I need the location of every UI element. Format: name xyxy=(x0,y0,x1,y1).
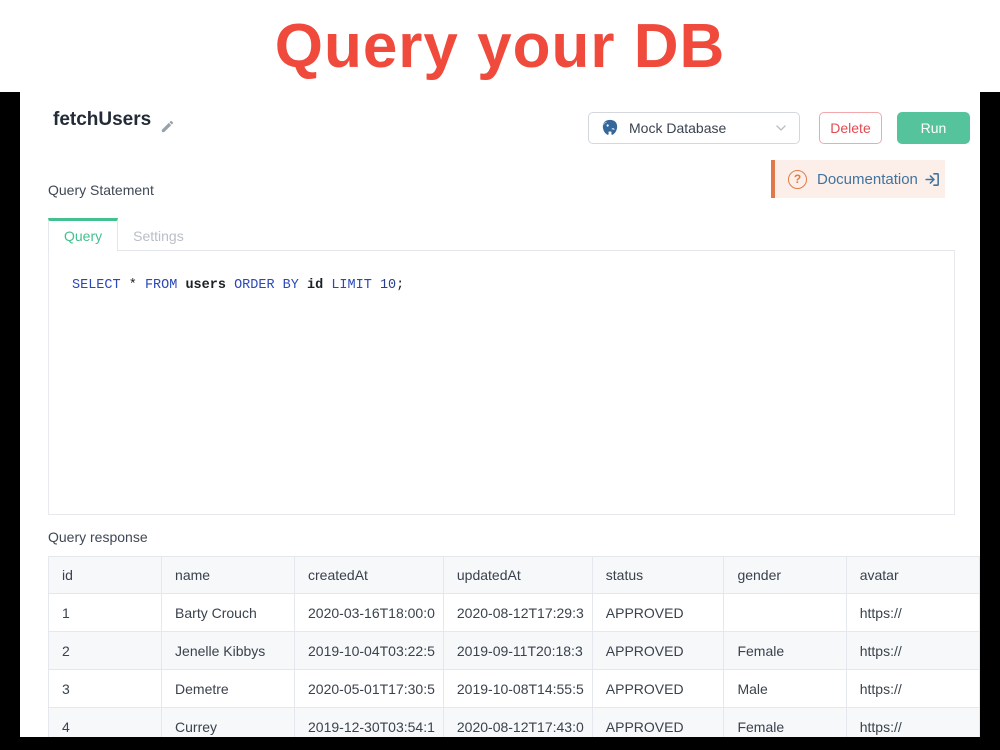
cell-createdAt: 2019-12-30T03:54:1 xyxy=(295,708,444,738)
external-link-icon xyxy=(924,171,941,188)
tab-settings[interactable]: Settings xyxy=(118,218,199,250)
sql-editor[interactable]: SELECT * FROM users ORDER BY id LIMIT 10… xyxy=(48,251,955,515)
database-select[interactable]: Mock Database xyxy=(588,112,800,144)
documentation-banner[interactable]: ? Documentation xyxy=(771,160,945,198)
cell-id: 1 xyxy=(49,594,162,632)
query-name: fetchUsers xyxy=(53,109,151,131)
chevron-down-icon xyxy=(773,120,789,136)
cell-gender: Female xyxy=(724,708,846,738)
results-table-body: 1Barty Crouch2020-03-16T18:00:02020-08-1… xyxy=(49,594,980,738)
code-token xyxy=(372,278,380,293)
postgresql-icon xyxy=(600,118,620,138)
cell-status: APPROVED xyxy=(592,708,724,738)
cell-name: Demetre xyxy=(162,670,295,708)
cell-avatar: https:// xyxy=(846,670,979,708)
code-token: SELECT xyxy=(72,278,121,293)
cell-updatedAt: 2020-08-12T17:29:3 xyxy=(443,594,592,632)
results-table: idnamecreatedAtupdatedAtstatusgenderavat… xyxy=(48,556,980,737)
stage-frame: fetchUsers Mock Database xyxy=(0,92,1000,750)
cell-status: APPROVED xyxy=(592,594,724,632)
code-token xyxy=(121,278,129,293)
code-token: ; xyxy=(396,278,404,293)
table-row: 4Currey2019-12-30T03:54:12020-08-12T17:4… xyxy=(49,708,980,738)
column-header-name: name xyxy=(162,557,295,594)
cell-gender xyxy=(724,594,846,632)
run-button[interactable]: Run xyxy=(897,112,970,144)
delete-button[interactable]: Delete xyxy=(819,112,882,144)
column-header-avatar: avatar xyxy=(846,557,979,594)
table-row: 2Jenelle Kibbys2019-10-04T03:22:52019-09… xyxy=(49,632,980,670)
cell-id: 4 xyxy=(49,708,162,738)
code-token: * xyxy=(129,278,137,293)
cell-gender: Female xyxy=(724,632,846,670)
cell-updatedAt: 2019-10-08T14:55:5 xyxy=(443,670,592,708)
code-token: id xyxy=(307,278,323,293)
column-header-gender: gender xyxy=(724,557,846,594)
slide-title: Query your DB xyxy=(0,0,1000,92)
cell-updatedAt: 2019-09-11T20:18:3 xyxy=(443,632,592,670)
cell-createdAt: 2020-05-01T17:30:5 xyxy=(295,670,444,708)
tab-query[interactable]: Query xyxy=(48,218,118,251)
results-table-head: idnamecreatedAtupdatedAtstatusgenderavat… xyxy=(49,557,980,594)
table-row: 1Barty Crouch2020-03-16T18:00:02020-08-1… xyxy=(49,594,980,632)
cell-id: 3 xyxy=(49,670,162,708)
query-app-panel: fetchUsers Mock Database xyxy=(20,92,980,737)
cell-createdAt: 2019-10-04T03:22:5 xyxy=(295,632,444,670)
column-header-updatedAt: updatedAt xyxy=(443,557,592,594)
code-token: 10 xyxy=(380,278,396,293)
code-token xyxy=(299,278,307,293)
tab-bar: QuerySettings xyxy=(48,218,955,251)
column-header-status: status xyxy=(592,557,724,594)
cell-avatar: https:// xyxy=(846,594,979,632)
query-response-label: Query response xyxy=(48,529,148,545)
code-token: FROM xyxy=(145,278,177,293)
cell-avatar: https:// xyxy=(846,708,979,738)
column-header-id: id xyxy=(49,557,162,594)
header-row: idnamecreatedAtupdatedAtstatusgenderavat… xyxy=(49,557,980,594)
cell-status: APPROVED xyxy=(592,632,724,670)
cell-id: 2 xyxy=(49,632,162,670)
column-header-createdAt: createdAt xyxy=(295,557,444,594)
code-line: SELECT * FROM users ORDER BY id LIMIT 10… xyxy=(49,251,954,293)
code-token: LIMIT xyxy=(331,278,372,293)
cell-name: Jenelle Kibbys xyxy=(162,632,295,670)
table-row: 3Demetre2020-05-01T17:30:52019-10-08T14:… xyxy=(49,670,980,708)
code-token xyxy=(137,278,145,293)
cell-name: Barty Crouch xyxy=(162,594,295,632)
code-token: ORDER BY xyxy=(234,278,299,293)
cell-updatedAt: 2020-08-12T17:43:0 xyxy=(443,708,592,738)
code-token xyxy=(226,278,234,293)
edit-name-button[interactable] xyxy=(159,119,175,135)
cell-createdAt: 2020-03-16T18:00:0 xyxy=(295,594,444,632)
question-icon: ? xyxy=(788,170,807,189)
database-select-value: Mock Database xyxy=(629,120,773,136)
cell-avatar: https:// xyxy=(846,632,979,670)
slide: Query your DB fetchUsers Mock Da xyxy=(0,0,1000,750)
cell-status: APPROVED xyxy=(592,670,724,708)
documentation-link[interactable]: Documentation xyxy=(817,171,918,188)
code-token: users xyxy=(185,278,226,293)
query-statement-label: Query Statement xyxy=(48,182,154,198)
pencil-icon xyxy=(160,122,175,137)
cell-gender: Male xyxy=(724,670,846,708)
cell-name: Currey xyxy=(162,708,295,738)
